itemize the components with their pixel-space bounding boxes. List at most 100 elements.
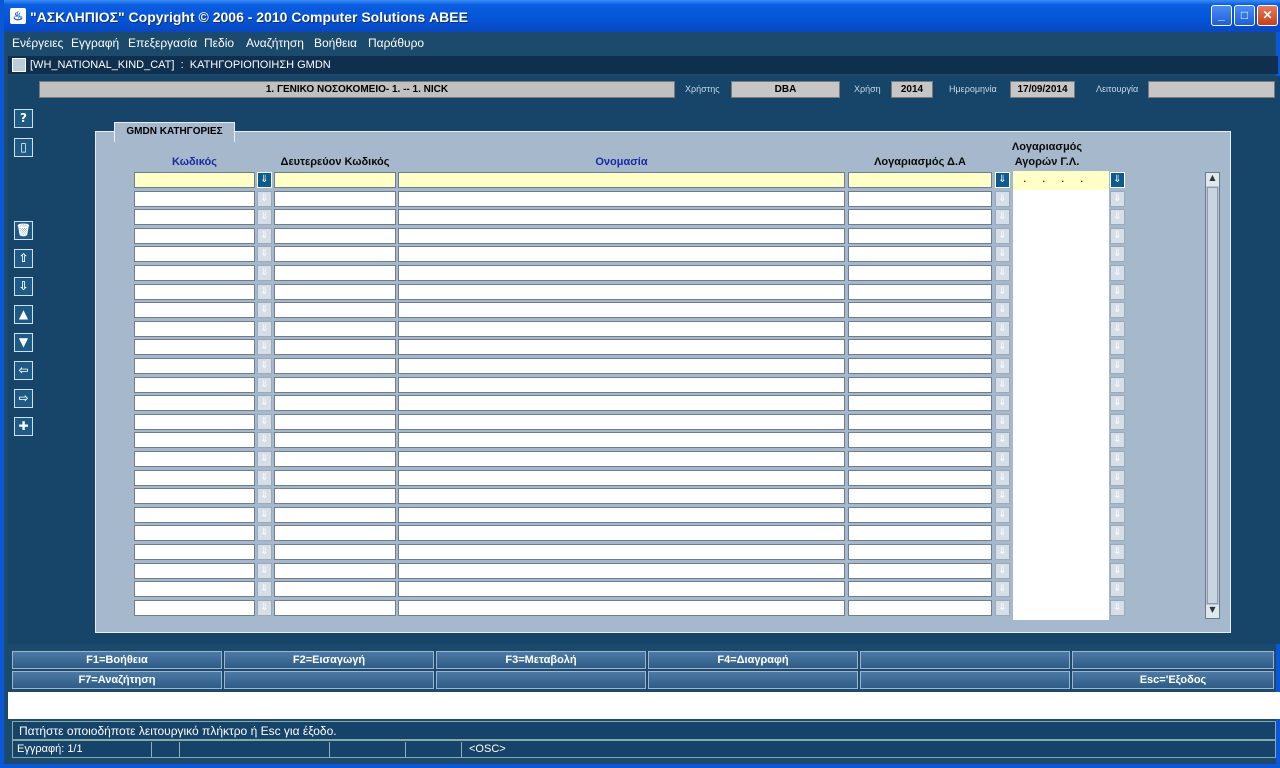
code-field[interactable] bbox=[134, 544, 255, 560]
lov-down-icon[interactable]: ⇓ bbox=[1110, 414, 1125, 430]
account-da-field[interactable] bbox=[848, 228, 992, 244]
f4-delete-button[interactable]: F4=Διαγραφή bbox=[648, 651, 858, 669]
secondary-code-field[interactable] bbox=[274, 581, 396, 597]
secondary-code-field[interactable] bbox=[274, 488, 396, 504]
code-field[interactable] bbox=[134, 209, 255, 225]
esc-exit-button[interactable]: Esc='Εξοδος bbox=[1072, 671, 1274, 689]
name-field[interactable] bbox=[398, 339, 845, 355]
secondary-code-field[interactable] bbox=[274, 432, 396, 448]
previous-record-icon[interactable]: ▲ bbox=[14, 305, 33, 324]
scroll-up-icon[interactable]: ▲ bbox=[1206, 173, 1219, 186]
lov-down-icon[interactable]: ⇓ bbox=[257, 209, 272, 225]
code-field[interactable] bbox=[134, 563, 255, 579]
code-field[interactable] bbox=[134, 358, 255, 374]
code-field[interactable] bbox=[134, 284, 255, 300]
secondary-code-field[interactable] bbox=[274, 507, 396, 523]
lov-down-icon[interactable]: ⇓ bbox=[1110, 209, 1125, 225]
secondary-code-field[interactable] bbox=[274, 191, 396, 207]
lov-down-icon[interactable]: ⇓ bbox=[257, 302, 272, 318]
lov-down-icon[interactable]: ⇓ bbox=[1110, 246, 1125, 262]
lov-down-icon[interactable]: ⇓ bbox=[995, 358, 1010, 374]
lov-down-icon[interactable]: ⇓ bbox=[257, 414, 272, 430]
lov-down-icon[interactable]: ⇓ bbox=[995, 563, 1010, 579]
lov-down-icon[interactable]: ⇓ bbox=[1110, 191, 1125, 207]
lov-down-icon[interactable]: ⇓ bbox=[257, 172, 272, 188]
account-da-field[interactable] bbox=[848, 432, 992, 448]
name-field[interactable] bbox=[398, 246, 845, 262]
name-field[interactable] bbox=[398, 321, 845, 337]
lov-down-icon[interactable]: ⇓ bbox=[257, 544, 272, 560]
lov-down-icon[interactable]: ⇓ bbox=[257, 321, 272, 337]
code-field[interactable] bbox=[134, 246, 255, 262]
code-field[interactable] bbox=[134, 377, 255, 393]
secondary-code-field[interactable] bbox=[274, 228, 396, 244]
lov-down-icon[interactable]: ⇓ bbox=[257, 488, 272, 504]
account-da-field[interactable] bbox=[848, 265, 992, 281]
trash-icon[interactable]: 🗑 bbox=[14, 221, 33, 240]
account-ga-field-row1[interactable]: . . . . bbox=[1013, 171, 1109, 190]
lov-down-icon[interactable]: ⇓ bbox=[995, 470, 1010, 486]
name-field[interactable] bbox=[398, 302, 845, 318]
name-field[interactable] bbox=[398, 414, 845, 430]
account-da-field[interactable] bbox=[848, 451, 992, 467]
fkey-blank-5[interactable] bbox=[648, 671, 858, 689]
next-block-icon[interactable]: ⇨ bbox=[14, 389, 33, 408]
account-da-field[interactable] bbox=[848, 246, 992, 262]
lov-down-icon[interactable]: ⇓ bbox=[995, 228, 1010, 244]
code-field[interactable] bbox=[134, 488, 255, 504]
lov-down-icon[interactable]: ⇓ bbox=[1110, 321, 1125, 337]
name-field[interactable] bbox=[398, 470, 845, 486]
secondary-code-field[interactable] bbox=[274, 209, 396, 225]
name-field[interactable] bbox=[398, 228, 845, 244]
name-field[interactable] bbox=[398, 544, 845, 560]
code-field[interactable] bbox=[134, 191, 255, 207]
name-field[interactable] bbox=[398, 600, 845, 616]
lov-down-icon[interactable]: ⇓ bbox=[1110, 172, 1125, 188]
code-field[interactable] bbox=[134, 451, 255, 467]
lov-down-icon[interactable]: ⇓ bbox=[257, 228, 272, 244]
lov-down-icon[interactable]: ⇓ bbox=[257, 432, 272, 448]
secondary-code-field[interactable] bbox=[274, 563, 396, 579]
fkey-blank-1[interactable] bbox=[860, 651, 1070, 669]
name-field[interactable] bbox=[398, 358, 845, 374]
code-field[interactable] bbox=[134, 228, 255, 244]
name-field[interactable] bbox=[398, 488, 845, 504]
lov-down-icon[interactable]: ⇓ bbox=[995, 395, 1010, 411]
menu-window[interactable]: Παράθυρο bbox=[368, 36, 424, 50]
code-field[interactable] bbox=[134, 507, 255, 523]
lov-down-icon[interactable]: ⇓ bbox=[1110, 284, 1125, 300]
account-da-field[interactable] bbox=[848, 358, 992, 374]
last-record-icon[interactable]: ⇩ bbox=[14, 277, 33, 296]
name-field[interactable] bbox=[398, 581, 845, 597]
menu-search[interactable]: Αναζήτηση bbox=[246, 36, 304, 50]
lov-down-icon[interactable]: ⇓ bbox=[1110, 265, 1125, 281]
lov-down-icon[interactable]: ⇓ bbox=[257, 246, 272, 262]
account-da-field[interactable] bbox=[848, 302, 992, 318]
lov-down-icon[interactable]: ⇓ bbox=[995, 581, 1010, 597]
name-field[interactable] bbox=[398, 432, 845, 448]
name-field[interactable] bbox=[398, 377, 845, 393]
secondary-code-field[interactable] bbox=[274, 414, 396, 430]
lov-down-icon[interactable]: ⇓ bbox=[1110, 507, 1125, 523]
lov-down-icon[interactable]: ⇓ bbox=[995, 284, 1010, 300]
secondary-code-field[interactable] bbox=[274, 246, 396, 262]
name-field[interactable] bbox=[398, 209, 845, 225]
menu-edit[interactable]: Επεξεργασία bbox=[128, 36, 197, 50]
lov-down-icon[interactable]: ⇓ bbox=[1110, 228, 1125, 244]
book-icon[interactable]: ▯ bbox=[14, 138, 33, 157]
secondary-code-field[interactable] bbox=[274, 172, 396, 188]
code-field[interactable] bbox=[134, 339, 255, 355]
name-field[interactable] bbox=[398, 284, 845, 300]
name-field[interactable] bbox=[398, 395, 845, 411]
name-field[interactable] bbox=[398, 265, 845, 281]
menu-actions[interactable]: Ενέργειες bbox=[12, 36, 63, 50]
lov-down-icon[interactable]: ⇓ bbox=[1110, 470, 1125, 486]
lov-down-icon[interactable]: ⇓ bbox=[995, 414, 1010, 430]
account-da-field[interactable] bbox=[848, 600, 992, 616]
code-field[interactable] bbox=[134, 172, 255, 188]
fkey-blank-4[interactable] bbox=[436, 671, 646, 689]
close-button[interactable]: ✕ bbox=[1257, 5, 1278, 26]
lov-down-icon[interactable]: ⇓ bbox=[257, 191, 272, 207]
lov-down-icon[interactable]: ⇓ bbox=[1110, 525, 1125, 541]
name-field[interactable] bbox=[398, 507, 845, 523]
